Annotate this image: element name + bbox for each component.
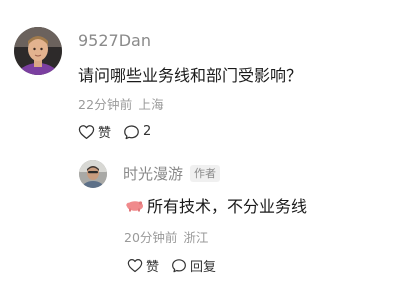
comment-meta: 22分钟前 上海 — [78, 94, 164, 113]
comment-like-button[interactable]: 赞 — [78, 122, 111, 141]
comment-avatar[interactable] — [14, 27, 62, 75]
reply-avatar[interactable] — [79, 160, 107, 188]
comment-like-label: 赞 — [98, 126, 112, 141]
reply-text-row: 所有技术，不分业务线 — [125, 193, 307, 217]
comment-time: 22分钟前 — [78, 97, 133, 112]
heart-icon — [127, 259, 143, 273]
comment-actions: 赞 2 — [78, 122, 151, 141]
author-avatar-image — [79, 160, 107, 188]
reply-meta: 20分钟前 浙江 — [124, 227, 208, 246]
reply-reply-label: 回复 — [190, 260, 217, 275]
comment-reply-count: 2 — [143, 124, 152, 139]
comment-location: 上海 — [138, 97, 164, 112]
reply-reply-button[interactable]: 回复 — [171, 256, 216, 275]
reply-author: 时光漫游 作者 — [123, 163, 221, 184]
reply-location: 浙江 — [183, 230, 209, 245]
heart-icon — [78, 124, 95, 139]
comment-bubble-icon — [172, 259, 186, 273]
author-badge: 作者 — [190, 165, 221, 182]
comment-text: 请问哪些业务线和部门受影响？ — [78, 66, 303, 85]
reply-text: 所有技术，不分业务线 — [147, 197, 308, 216]
user-avatar-image — [14, 27, 62, 75]
partial-next-item — [172, 290, 232, 298]
comment-author-name[interactable]: 9527Dan — [78, 31, 151, 50]
reply-like-button[interactable]: 赞 — [127, 256, 159, 275]
comment-bubble-icon — [124, 124, 139, 139]
pig-emoji-icon — [126, 201, 143, 212]
reply-like-label: 赞 — [146, 260, 160, 275]
reply-author-name[interactable]: 时光漫游 — [123, 163, 183, 184]
reply-time: 20分钟前 — [124, 230, 178, 245]
comment-reply-button[interactable]: 2 — [123, 124, 151, 140]
reply-actions: 赞 回复 — [127, 256, 216, 275]
